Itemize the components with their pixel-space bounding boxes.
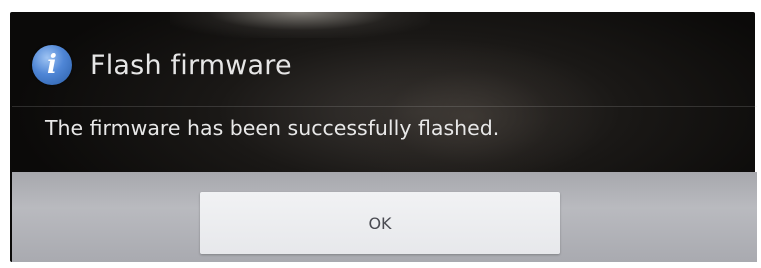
- ok-button[interactable]: OK: [200, 192, 560, 254]
- dialog-button-bar: OK: [12, 172, 757, 262]
- dialog-header: i Flash firmware: [12, 30, 757, 100]
- alert-dialog: i Flash firmware The firmware has been s…: [12, 22, 757, 262]
- dialog-message: The firmware has been successfully flash…: [45, 116, 500, 140]
- ok-button-label: OK: [368, 213, 392, 233]
- header-divider: [12, 106, 757, 107]
- info-icon: i: [32, 45, 72, 85]
- info-icon-glyph: i: [47, 50, 57, 80]
- photo-frame: i Flash firmware The firmware has been s…: [0, 0, 761, 268]
- dialog-title: Flash firmware: [90, 49, 292, 81]
